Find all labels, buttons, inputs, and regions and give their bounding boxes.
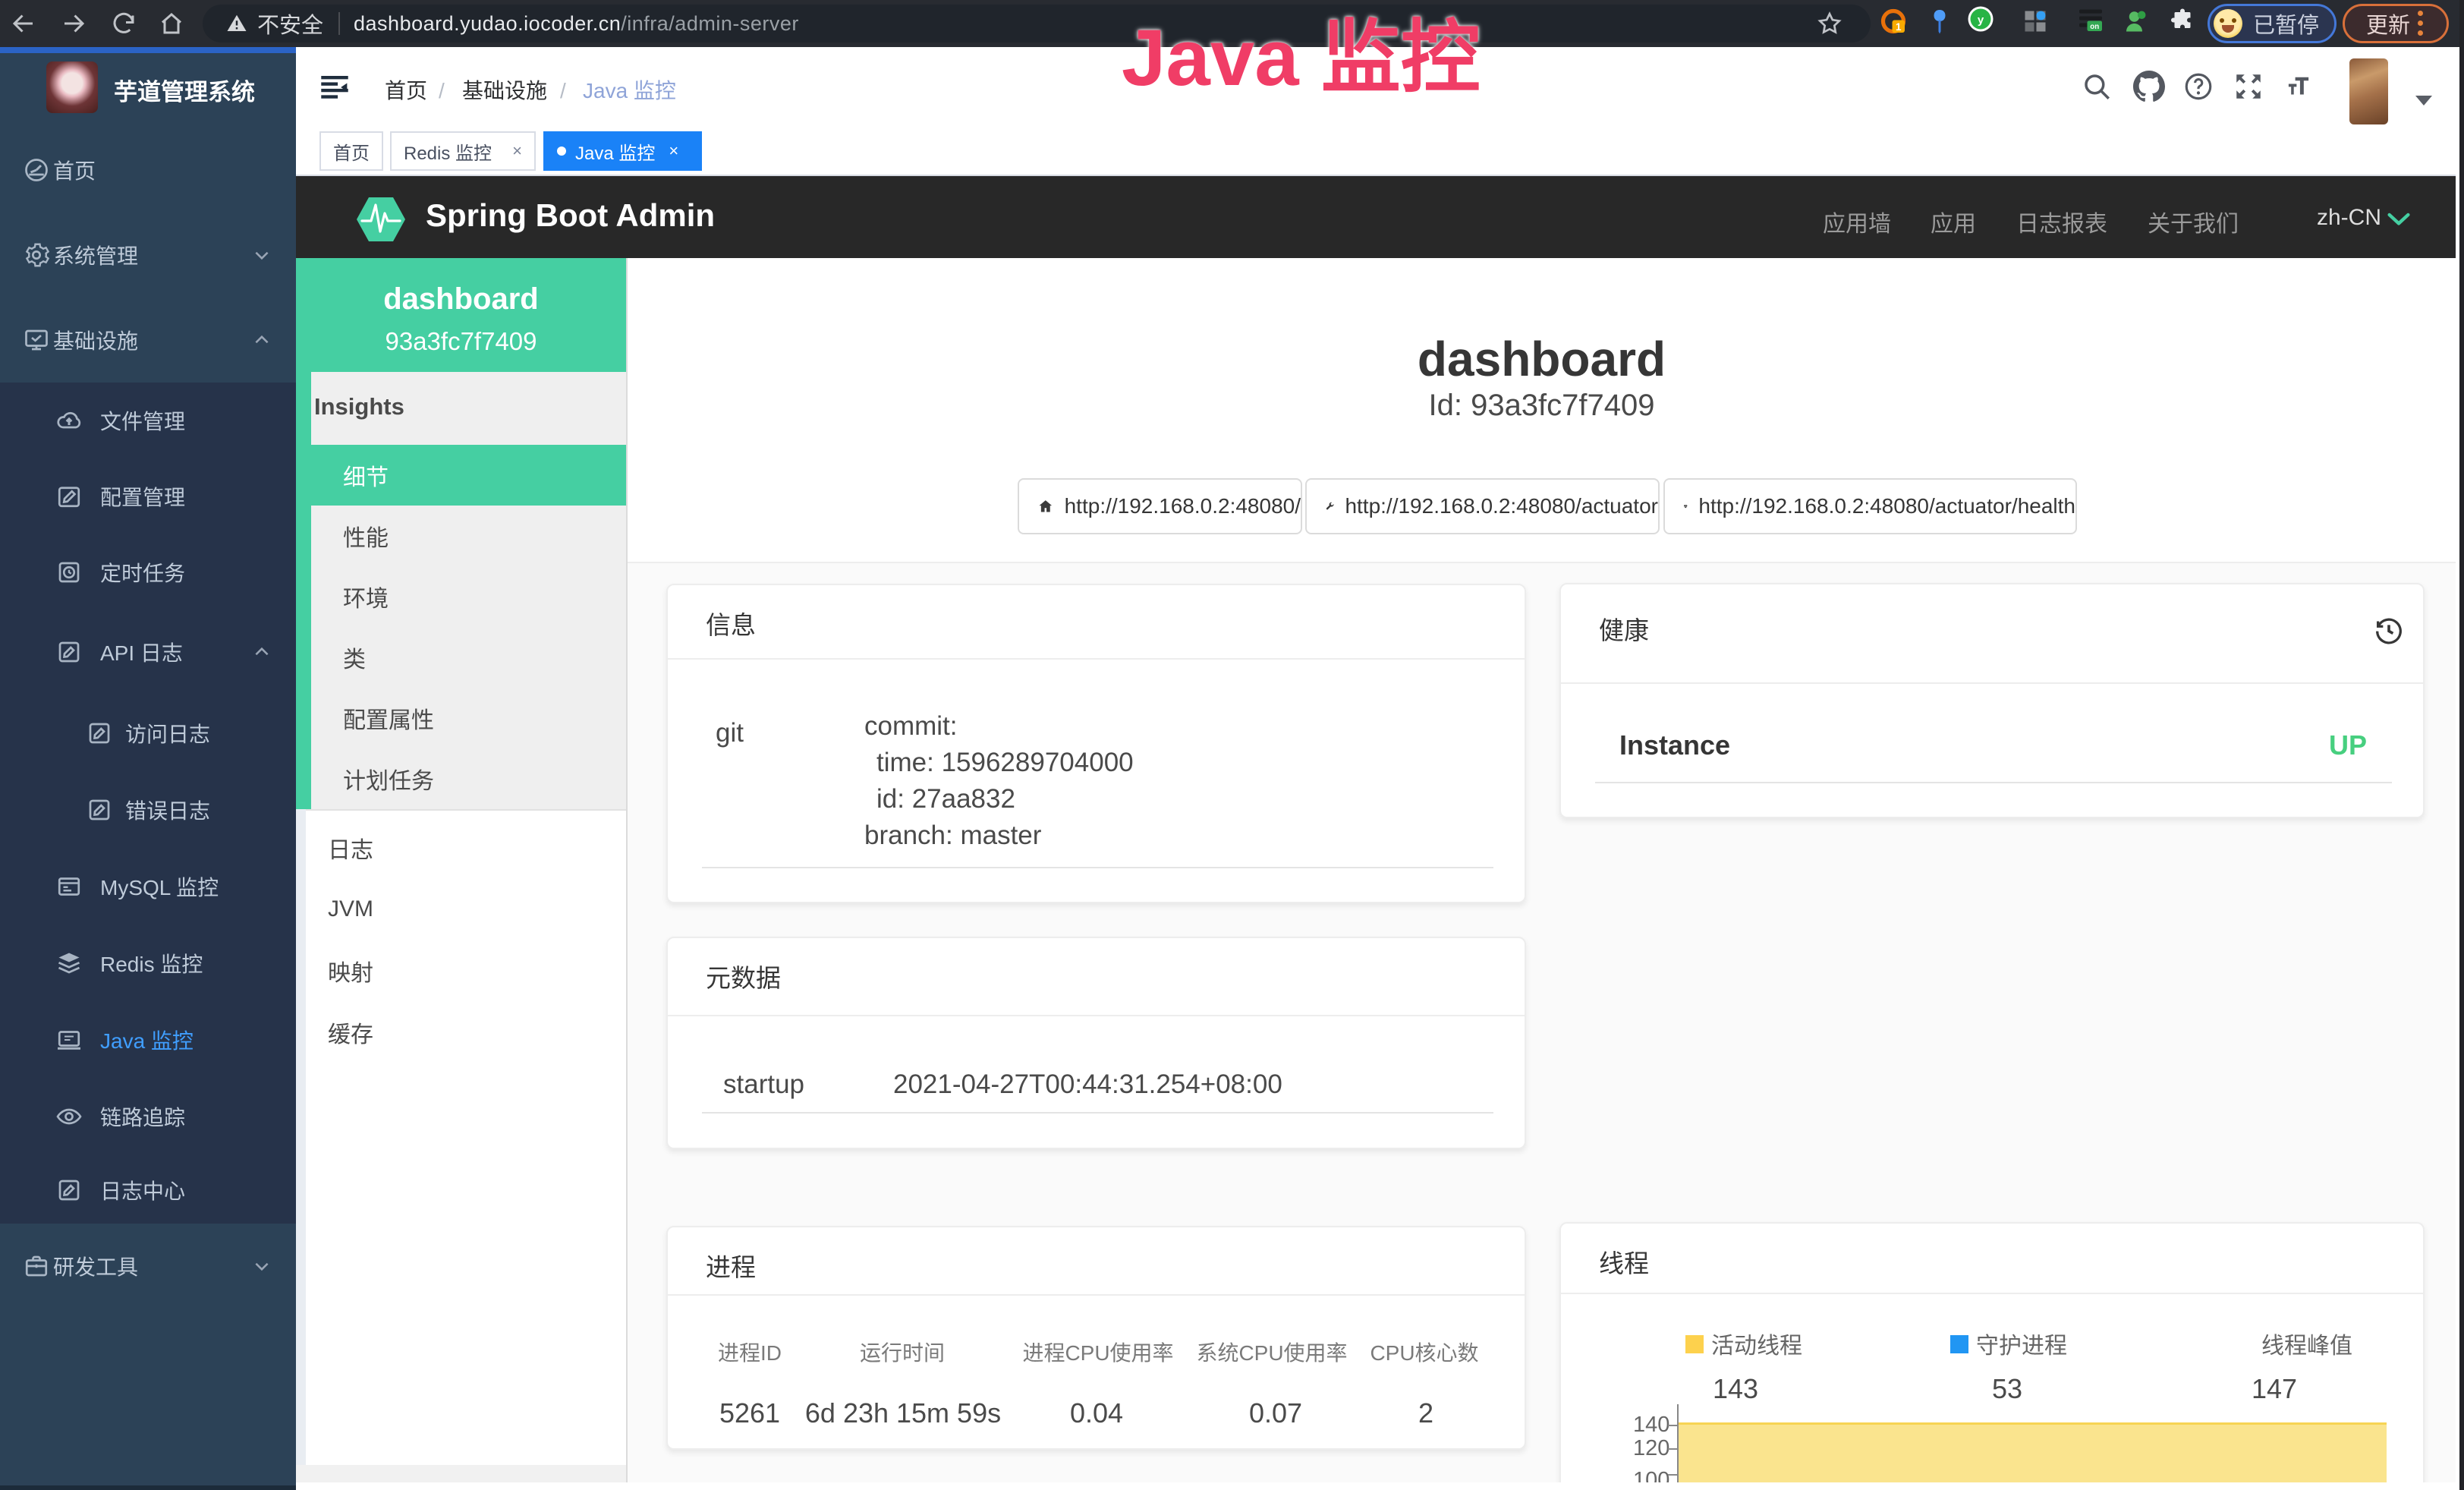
svg-text:y: y [1978,14,1984,27]
svg-text:on: on [2090,23,2099,31]
svg-text:1: 1 [1896,21,1902,33]
